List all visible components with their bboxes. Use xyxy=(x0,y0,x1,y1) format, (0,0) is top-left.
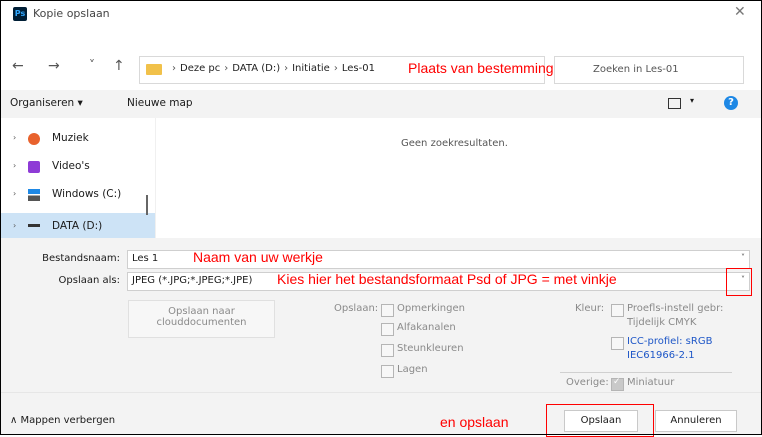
search-placeholder: Zoeken in Les-01 xyxy=(593,64,679,75)
annotation-highlight-format-dropdown xyxy=(726,268,752,296)
expand-chevron-icon[interactable]: › xyxy=(13,189,16,198)
back-arrow-icon[interactable]: ← xyxy=(12,58,24,74)
comments-checkbox[interactable] xyxy=(381,304,394,317)
layers-checkbox[interactable] xyxy=(381,365,394,378)
file-type-label: Opslaan als: xyxy=(58,275,120,286)
proof-setup-label: Proefls-instell gebr: xyxy=(627,303,724,314)
music-icon xyxy=(28,133,40,145)
navigation-pane: › Muziek › Video's › Windows (C:) › DATA… xyxy=(0,118,155,238)
recent-locations-chevron-icon[interactable]: ˅ xyxy=(89,58,95,72)
folder-icon xyxy=(146,64,162,75)
forward-arrow-icon[interactable]: → xyxy=(48,58,60,74)
hide-folders-button[interactable]: ∧ Mappen verbergen xyxy=(10,415,115,426)
thumbnail-checkbox[interactable]: ✓ xyxy=(611,377,624,391)
comments-label: Opmerkingen xyxy=(397,303,465,314)
expand-chevron-icon[interactable]: › xyxy=(13,133,16,142)
save-button[interactable]: Opslaan xyxy=(564,410,638,432)
sidebar-item-label: DATA (D:) xyxy=(52,220,103,232)
search-input[interactable]: Zoeken in Les-01 xyxy=(554,56,744,84)
layers-label: Lagen xyxy=(397,364,428,375)
windows-drive-icon xyxy=(28,189,40,201)
expand-chevron-icon[interactable]: › xyxy=(13,161,16,170)
alpha-channels-checkbox[interactable] xyxy=(381,323,394,336)
spot-colors-checkbox[interactable] xyxy=(381,344,394,357)
color-label: Kleur: xyxy=(575,303,605,314)
checkmark-icon: ✓ xyxy=(613,377,621,387)
breadcrumb-separator: › xyxy=(333,63,338,74)
new-folder-button[interactable]: Nieuwe map xyxy=(127,97,193,109)
photoshop-app-icon: Ps xyxy=(13,7,27,21)
icc-profile-value: IEC61966-2.1 xyxy=(627,350,695,361)
annotation-save: en opslaan xyxy=(440,414,509,430)
breadcrumb-separator: › xyxy=(224,63,229,74)
sidebar-item-label: Video's xyxy=(52,160,90,172)
save-copy-dialog: Ps Kopie opslaan ✕ ← → ˅ ↑ › Deze pc › DATA… xyxy=(0,0,762,437)
expand-chevron-icon[interactable]: › xyxy=(13,221,16,230)
sidebar-item-label: Muziek xyxy=(52,132,89,144)
breadcrumb: › Deze pc › DATA (D:) › Initiatie › Les-01 xyxy=(168,63,375,74)
footer-divider xyxy=(0,392,762,393)
thumbnail-label: Miniatuur xyxy=(627,377,675,388)
annotation-name: Naam van uw werkje xyxy=(193,249,323,265)
breadcrumb-item[interactable]: Les-01 xyxy=(342,63,375,74)
command-toolbar: Organiseren ▾ Nieuwe map ▾ ? xyxy=(0,90,762,118)
breadcrumb-separator: › xyxy=(284,63,289,74)
organize-menu-button[interactable]: Organiseren ▾ xyxy=(10,97,83,109)
navigation-bar: ← → ˅ ↑ › Deze pc › DATA (D:) › Initiatie › Les… xyxy=(0,48,762,86)
save-options-label: Opslaan: xyxy=(334,303,379,314)
cancel-button[interactable]: Annuleren xyxy=(655,410,737,432)
chevron-down-icon[interactable]: ˅ xyxy=(741,253,745,262)
up-arrow-icon[interactable]: ↑ xyxy=(113,58,125,74)
other-label: Overige: xyxy=(566,377,609,388)
save-options-panel: Bestandsnaam: Les 1 ˅ Naam van uw werkje… xyxy=(0,238,762,437)
breadcrumb-separator: › xyxy=(172,63,176,74)
proof-setup-profile: Tijdelijk CMYK xyxy=(627,317,697,328)
cloud-button-line2: clouddocumenten xyxy=(156,317,247,328)
sidebar-item-videos[interactable]: › Video's xyxy=(0,153,155,181)
file-list[interactable]: Geen zoekresultaten. xyxy=(156,118,762,238)
options-divider xyxy=(560,372,732,373)
proof-setup-checkbox[interactable] xyxy=(611,304,624,317)
breadcrumb-item[interactable]: Deze pc xyxy=(180,63,220,74)
window-title: Kopie opslaan xyxy=(33,7,110,20)
breadcrumb-item[interactable]: Initiatie xyxy=(292,63,330,74)
sidebar-item-music[interactable]: › Muziek xyxy=(0,125,155,153)
alpha-channels-label: Alfakanalen xyxy=(397,322,456,333)
help-icon[interactable]: ? xyxy=(724,96,738,110)
filename-label: Bestandsnaam: xyxy=(42,253,120,264)
close-icon[interactable]: ✕ xyxy=(734,4,746,20)
filename-value: Les 1 xyxy=(132,253,159,264)
empty-results-message: Geen zoekresultaten. xyxy=(401,138,508,149)
save-to-cloud-button[interactable]: Opslaan naar clouddocumenten xyxy=(128,300,275,338)
navigation-scrollbar[interactable] xyxy=(146,195,148,215)
title-bar: Ps Kopie opslaan ✕ xyxy=(0,0,762,40)
sidebar-item-label: Windows (C:) xyxy=(52,188,122,200)
annotation-format: Kies hier het bestandsformaat Psd of JPG… xyxy=(277,271,617,287)
icc-profile-label: ICC-profiel: sRGB xyxy=(627,336,713,347)
spot-colors-label: Steunkleuren xyxy=(397,343,464,354)
cloud-button-line1: Opslaan naar xyxy=(168,306,235,317)
file-type-value: JPEG (*.JPG;*.JPEG;*.JPE) xyxy=(132,275,253,286)
annotation-destination: Plaats van bestemming xyxy=(408,60,554,76)
breadcrumb-item[interactable]: DATA (D:) xyxy=(232,63,280,74)
drive-icon xyxy=(28,224,40,227)
video-icon xyxy=(28,161,40,173)
icc-profile-checkbox[interactable] xyxy=(611,337,624,350)
view-caret-icon[interactable]: ▾ xyxy=(690,96,694,105)
sidebar-item-windows-c[interactable]: › Windows (C:) xyxy=(0,181,155,209)
sidebar-item-data-d[interactable]: › DATA (D:) xyxy=(0,213,155,238)
view-options-icon[interactable] xyxy=(668,98,681,109)
address-bar[interactable]: › Deze pc › DATA (D:) › Initiatie › Les-01 Plaa… xyxy=(139,56,554,84)
